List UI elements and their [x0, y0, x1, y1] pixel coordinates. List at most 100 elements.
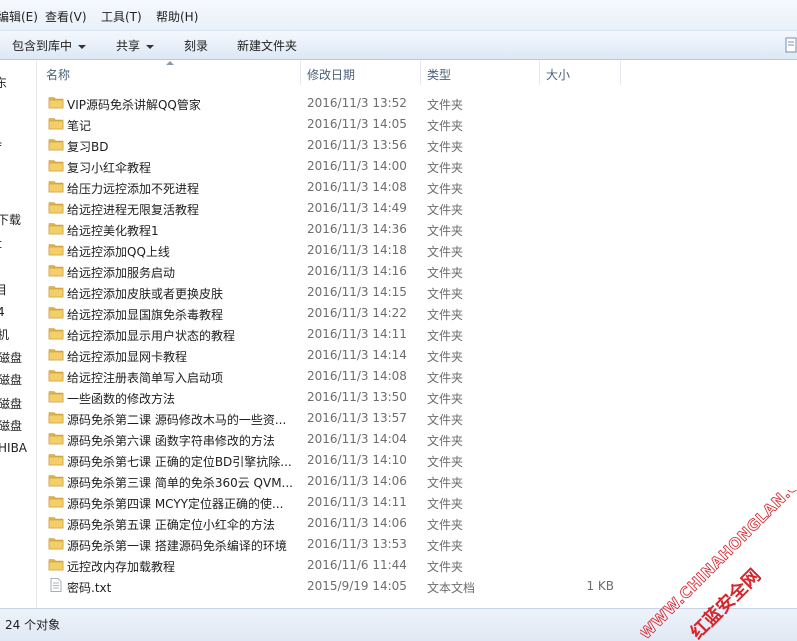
share-button[interactable]: 共享 — [116, 37, 155, 54]
file-row[interactable]: 源码免杀第五课 正确定位小红伞的方法 2016/11/3 14:06 文件夹 — [38, 512, 797, 533]
file-row[interactable]: 给远控添加QQ上线 2016/11/3 14:18 文件夹 — [38, 239, 797, 260]
view-options-icon[interactable] — [783, 36, 797, 54]
file-type: 文件夹 — [427, 392, 464, 406]
file-date: 2016/11/3 13:57 — [307, 411, 407, 425]
file-row[interactable]: 给压力远控添加不死进程 2016/11/3 14:08 文件夹 — [38, 176, 797, 197]
column-header-date[interactable]: 修改日期 — [307, 66, 355, 83]
nav-item-drive[interactable]: HIBA — [0, 441, 27, 455]
column-header-name[interactable]: 名称 — [46, 66, 70, 83]
file-row[interactable]: 远控改内存加载教程 2016/11/6 11:44 文件夹 — [38, 554, 797, 575]
file-date: 2016/11/3 14:16 — [307, 264, 407, 278]
column-divider[interactable] — [300, 61, 301, 85]
file-type: 文件夹 — [427, 287, 464, 301]
file-row[interactable]: 给远控进程无限复活教程 2016/11/3 14:49 文件夹 — [38, 197, 797, 218]
file-date: 2016/11/3 14:00 — [307, 159, 407, 173]
file-row[interactable]: 源码免杀第二课 源码修改木马的一些资... 2016/11/3 13:57 文件夹 — [38, 407, 797, 428]
file-row[interactable]: 复习BD 2016/11/3 13:56 文件夹 — [38, 134, 797, 155]
folder-icon — [48, 496, 64, 508]
file-row[interactable]: 给远控添加皮肤或者更换皮肤 2016/11/3 14:15 文件夹 — [38, 281, 797, 302]
new-folder-button[interactable]: 新建文件夹 — [237, 37, 297, 54]
file-row[interactable]: 给远控添加服务启动 2016/11/3 14:16 文件夹 — [38, 260, 797, 281]
folder-icon — [48, 391, 64, 403]
file-name: 给远控添加显国旗免杀毒教程 — [67, 308, 224, 322]
file-row[interactable]: 源码免杀第六课 函数字符串修改的方法 2016/11/3 14:04 文件夹 — [38, 428, 797, 449]
nav-item[interactable]: 东 — [0, 74, 7, 91]
sort-ascending-icon — [166, 61, 174, 65]
command-toolbar: 包含到库中 共享 刻录 新建文件夹 — [0, 31, 797, 60]
file-row[interactable]: 复习小红伞教程 2016/11/3 14:00 文件夹 — [38, 155, 797, 176]
folder-icon — [48, 328, 64, 340]
nav-item-computer[interactable]: 机 — [0, 326, 9, 343]
folder-icon — [48, 307, 64, 319]
file-name: 给远控添加皮肤或者更换皮肤 — [67, 287, 224, 301]
file-type: 文件夹 — [427, 497, 464, 511]
folder-icon — [48, 202, 64, 214]
file-type: 文件夹 — [427, 266, 464, 280]
nav-item-disk[interactable]: 磁盘 — [0, 371, 22, 388]
nav-item[interactable]: 目 — [0, 281, 7, 298]
file-date: 2016/11/3 14:06 — [307, 474, 407, 488]
column-divider[interactable] — [420, 61, 421, 85]
file-row[interactable]: 源码免杀第四课 MCYY定位器正确的使... 2016/11/3 14:11 文件夹 — [38, 491, 797, 512]
burn-button[interactable]: 刻录 — [184, 37, 208, 54]
file-type: 文件夹 — [427, 518, 464, 532]
nav-item-disk[interactable]: 磁盘 — [0, 417, 22, 434]
folder-icon — [48, 370, 64, 382]
include-in-library-button[interactable]: 包含到库中 — [12, 37, 87, 54]
folder-icon — [48, 223, 64, 235]
nav-item[interactable]: t — [0, 237, 2, 251]
burn-label: 刻录 — [184, 39, 209, 53]
column-divider[interactable] — [539, 61, 540, 85]
folder-icon — [48, 160, 64, 172]
file-row[interactable]: 一些函数的修改方法 2016/11/3 13:50 文件夹 — [38, 386, 797, 407]
nav-item[interactable]: 4 — [0, 305, 5, 319]
menu-tools[interactable]: 工具(T) — [101, 8, 142, 25]
folder-icon — [48, 454, 64, 466]
nav-item-disk[interactable]: 磁盘 — [0, 349, 22, 366]
file-date: 2016/11/3 13:53 — [307, 537, 407, 551]
column-divider[interactable] — [620, 61, 621, 85]
share-label: 共享 — [116, 39, 141, 53]
folder-icon — [48, 265, 64, 277]
column-header-size[interactable]: 大小 — [546, 66, 570, 83]
item-count: 24 个对象 — [5, 618, 61, 632]
folder-icon — [48, 412, 64, 424]
file-date: 2016/11/6 11:44 — [307, 558, 407, 572]
file-date: 2015/9/19 14:05 — [307, 579, 407, 593]
menu-edit[interactable]: 编辑(E) — [0, 8, 38, 25]
file-name: 一些函数的修改方法 — [67, 392, 176, 406]
file-row[interactable]: 源码免杀第一课 搭建源码免杀编译的环境 2016/11/3 13:53 文件夹 — [38, 533, 797, 554]
file-date: 2016/11/3 14:22 — [307, 306, 407, 320]
file-row[interactable]: 源码免杀第三课 简单的免杀360云 QVM... 2016/11/3 14:06 文… — [38, 470, 797, 491]
file-row[interactable]: 密码.txt 2015/9/19 14:05 文本文档 1 KB — [38, 575, 797, 596]
file-size: 1 KB — [586, 579, 614, 593]
file-type: 文件夹 — [427, 308, 464, 322]
folder-icon — [48, 475, 64, 487]
file-name: 给远控添加显示用户状态的教程 — [67, 329, 236, 343]
file-type: 文件夹 — [427, 98, 464, 112]
file-name: 源码免杀第六课 函数字符串修改的方法 — [67, 434, 275, 448]
folder-icon — [48, 118, 64, 130]
file-row[interactable]: 给远控添加显示用户状态的教程 2016/11/3 14:11 文件夹 — [38, 323, 797, 344]
file-date: 2016/11/3 13:50 — [307, 390, 407, 404]
file-row[interactable]: 给远控添加显网卡教程 2016/11/3 14:14 文件夹 — [38, 344, 797, 365]
file-name: 笔记 — [67, 119, 92, 133]
file-type: 文件夹 — [427, 329, 464, 343]
nav-item[interactable]: f — [0, 141, 1, 155]
file-row[interactable]: 给远控注册表简单写入启动项 2016/11/3 14:08 文件夹 — [38, 365, 797, 386]
file-row[interactable]: 给远控添加显国旗免杀毒教程 2016/11/3 14:22 文件夹 — [38, 302, 797, 323]
nav-item-downloads[interactable]: 下载 — [0, 211, 21, 228]
file-date: 2016/11/3 14:14 — [307, 348, 407, 362]
file-row[interactable]: 源码免杀第七课 正确的定位BD引擎抗除... 2016/11/3 14:10 文件夹 — [38, 449, 797, 470]
menu-help[interactable]: 帮助(H) — [156, 8, 198, 25]
folder-icon — [48, 139, 64, 151]
file-row[interactable]: VIP源码免杀讲解QQ管家 2016/11/3 13:52 文件夹 — [38, 92, 797, 113]
column-header-type[interactable]: 类型 — [427, 66, 451, 83]
file-type: 文件夹 — [427, 119, 464, 133]
file-row[interactable]: 笔记 2016/11/3 14:05 文件夹 — [38, 113, 797, 134]
file-row[interactable]: 给远控美化教程1 2016/11/3 14:36 文件夹 — [38, 218, 797, 239]
nav-item-disk[interactable]: 磁盘 — [0, 395, 22, 412]
folder-icon — [48, 559, 64, 571]
menu-view[interactable]: 查看(V) — [45, 8, 87, 25]
file-name: 源码免杀第一课 搭建源码免杀编译的环境 — [67, 539, 287, 553]
